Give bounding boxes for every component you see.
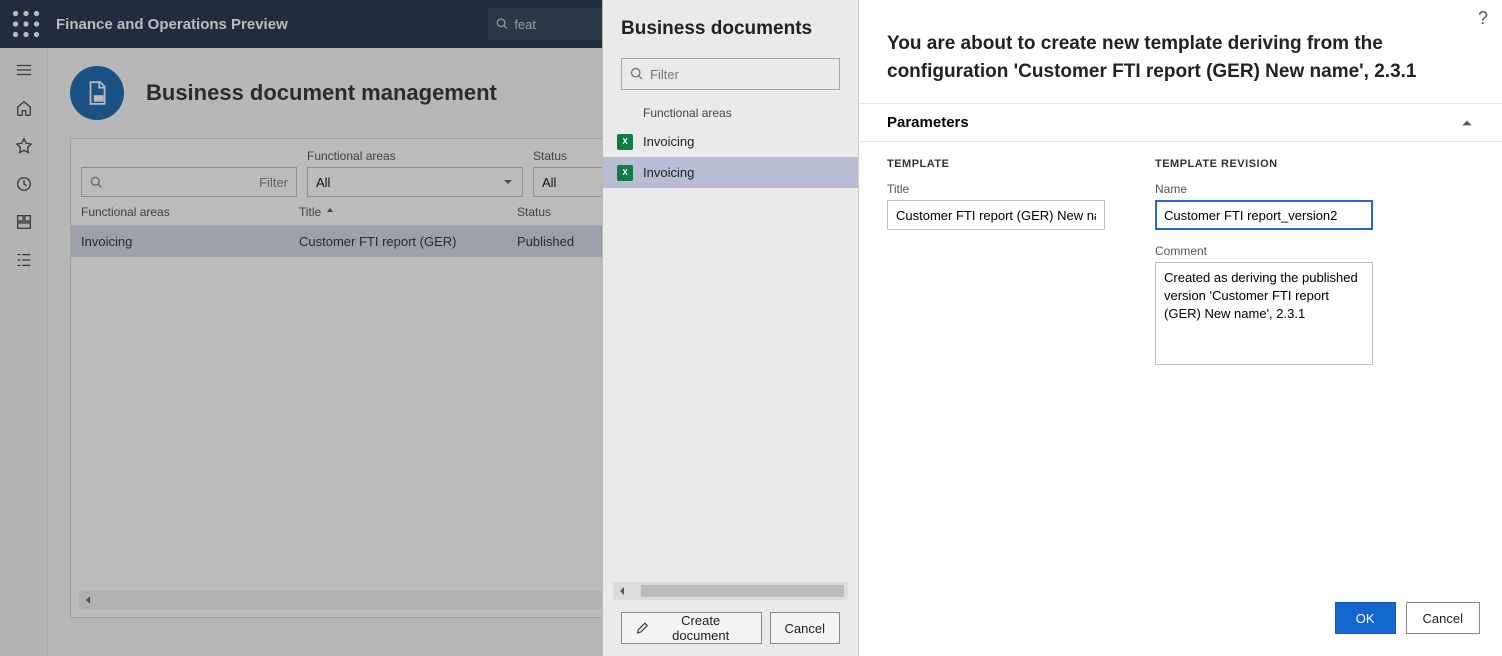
- parameters-section-title: Parameters: [887, 114, 969, 131]
- scrollbar-thumb[interactable]: [641, 585, 844, 597]
- create-document-label: Create document: [655, 613, 747, 643]
- list-item[interactable]: X Invoicing: [603, 126, 858, 157]
- name-input[interactable]: [1155, 200, 1373, 230]
- parameters-panel: ? You are about to create new template d…: [858, 0, 1502, 656]
- parameters-heading: You are about to create new template der…: [859, 0, 1502, 103]
- list-item-label: Invoicing: [643, 165, 694, 180]
- comment-label: Comment: [1155, 244, 1373, 258]
- business-documents-col-header: Functional areas: [603, 98, 858, 126]
- list-item-label: Invoicing: [643, 134, 694, 149]
- revision-group: TEMPLATE REVISION Name Comment: [1155, 158, 1373, 370]
- cancel-button[interactable]: Cancel: [770, 612, 840, 644]
- ok-button[interactable]: OK: [1335, 602, 1396, 634]
- scroll-left-icon[interactable]: [613, 582, 631, 600]
- list-item[interactable]: X Invoicing: [603, 157, 858, 188]
- business-documents-panel: Business documents Filter Functional are…: [602, 0, 858, 656]
- excel-icon: X: [617, 165, 633, 181]
- cancel-button[interactable]: Cancel: [1406, 602, 1480, 634]
- revision-group-label: TEMPLATE REVISION: [1155, 158, 1373, 170]
- search-icon: [630, 67, 644, 81]
- business-documents-filter[interactable]: Filter: [621, 58, 840, 90]
- business-documents-filter-placeholder: Filter: [650, 67, 679, 82]
- title-input[interactable]: [887, 200, 1105, 230]
- comment-textarea[interactable]: [1155, 262, 1373, 365]
- business-documents-heading: Business documents: [603, 18, 858, 58]
- pencil-icon: [636, 621, 649, 635]
- template-group-label: TEMPLATE: [887, 158, 1105, 170]
- name-label: Name: [1155, 182, 1373, 196]
- chevron-up-icon: [1460, 116, 1474, 130]
- business-documents-scrollbar[interactable]: [613, 582, 848, 600]
- excel-icon: X: [617, 134, 633, 150]
- cancel-label: Cancel: [785, 621, 825, 636]
- create-document-button[interactable]: Create document: [621, 612, 762, 644]
- parameters-body: TEMPLATE Title TEMPLATE REVISION Name Co…: [859, 142, 1502, 386]
- title-label: Title: [887, 182, 1105, 196]
- help-icon[interactable]: ?: [1478, 8, 1488, 29]
- parameters-section-header[interactable]: Parameters: [859, 103, 1502, 142]
- template-group: TEMPLATE Title: [887, 158, 1105, 370]
